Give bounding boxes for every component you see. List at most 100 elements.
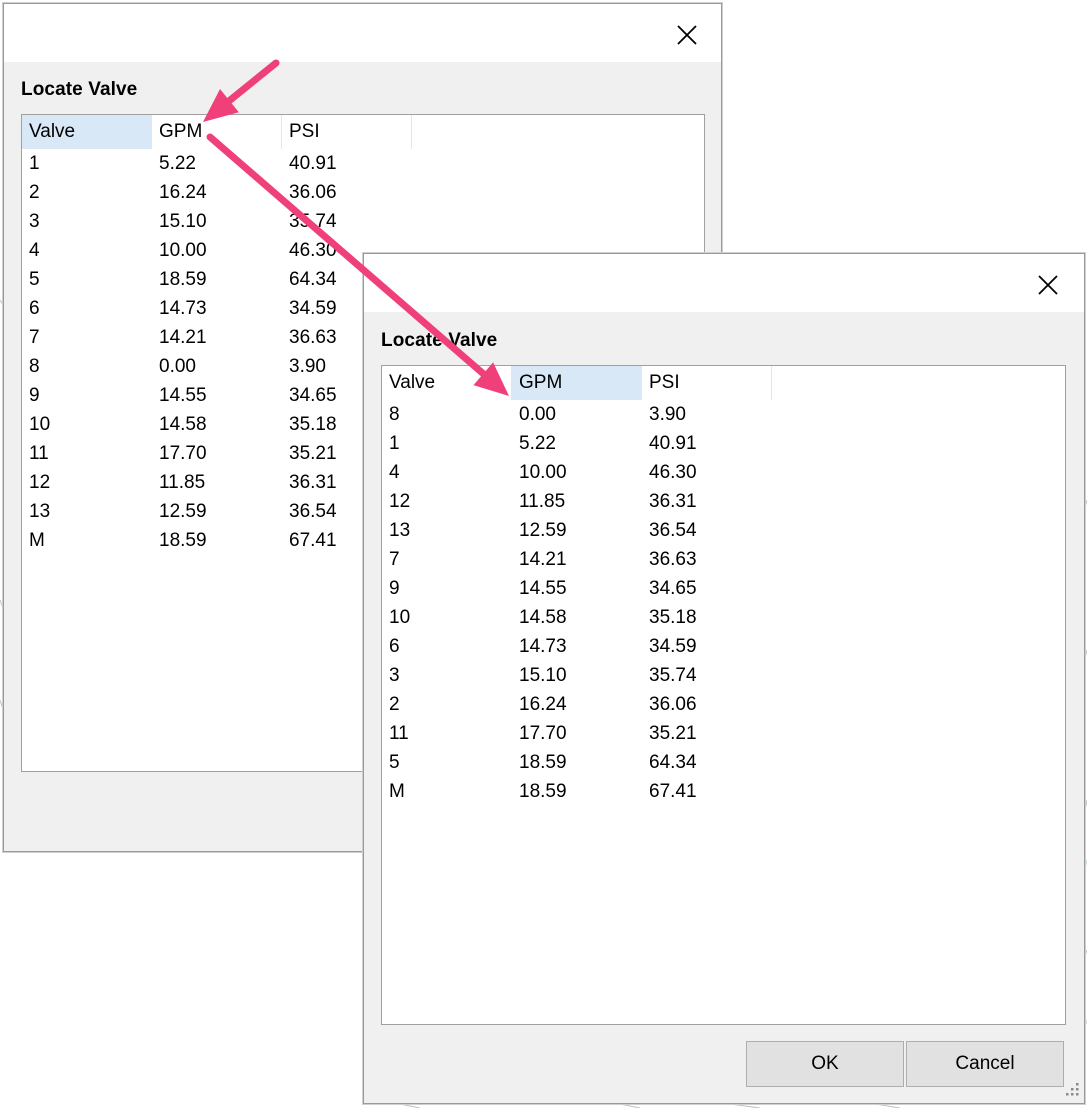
column-header-valve[interactable]: Valve (382, 366, 512, 400)
list-item[interactable]: 2 16.24 36.06 (22, 178, 704, 207)
cell-psi: 36.63 (289, 327, 337, 348)
list-item[interactable]: 4 10.00 46.30 (382, 458, 1065, 487)
cell-psi: 36.31 (649, 491, 697, 512)
column-header-psi[interactable]: PSI (642, 366, 772, 400)
cell-valve: 8 (389, 404, 400, 425)
cell-valve: 10 (29, 414, 51, 435)
cell-gpm: 0.00 (519, 404, 556, 425)
list-item[interactable]: 2 16.24 36.06 (382, 690, 1065, 719)
close-icon[interactable] (1031, 268, 1065, 302)
cell-gpm: 11.85 (519, 491, 566, 512)
cell-psi: 34.59 (289, 298, 337, 319)
cell-psi: 35.74 (649, 665, 697, 686)
cell-psi: 3.90 (289, 356, 326, 377)
list-item[interactable]: 3 15.10 35.74 (22, 207, 704, 236)
cell-psi: 34.65 (649, 578, 697, 599)
cell-valve: 10 (389, 607, 411, 628)
resize-grip-icon[interactable] (1062, 1081, 1080, 1099)
cell-psi: 67.41 (649, 781, 697, 802)
cell-psi: 35.21 (649, 723, 697, 744)
cell-valve: 11 (29, 443, 49, 464)
cell-gpm: 12.59 (159, 501, 207, 522)
cell-valve: 2 (389, 694, 400, 715)
list-item[interactable]: 7 14.21 36.63 (382, 545, 1065, 574)
cell-valve: 8 (29, 356, 40, 377)
list-item[interactable]: 10 14.58 35.18 (382, 603, 1065, 632)
list-item[interactable]: 8 0.00 3.90 (382, 400, 1065, 429)
cell-valve: 11 (389, 723, 409, 744)
cell-valve: 12 (389, 491, 411, 512)
cell-gpm: 14.73 (159, 298, 207, 319)
cell-valve: 9 (389, 578, 400, 599)
cell-gpm: 14.58 (159, 414, 207, 435)
cell-gpm: 10.00 (519, 462, 567, 483)
cell-psi: 67.41 (289, 530, 337, 551)
cell-gpm: 14.55 (519, 578, 567, 599)
cancel-button[interactable]: Cancel (906, 1041, 1064, 1087)
cell-valve: M (29, 530, 45, 551)
cell-valve: 4 (29, 240, 40, 261)
cell-psi: 40.91 (289, 153, 337, 174)
cell-valve: 7 (389, 549, 400, 570)
cell-valve: M (389, 781, 405, 802)
cell-gpm: 5.22 (159, 153, 196, 174)
cell-psi: 64.34 (289, 269, 337, 290)
column-header-psi[interactable]: PSI (282, 115, 412, 149)
cell-psi: 35.21 (289, 443, 337, 464)
cell-psi: 40.91 (649, 433, 697, 454)
cell-valve: 13 (389, 520, 411, 541)
cell-valve: 6 (29, 298, 40, 319)
column-header-gpm[interactable]: GPM (152, 115, 282, 149)
list-item[interactable]: 13 12.59 36.54 (382, 516, 1065, 545)
cell-valve: 7 (29, 327, 40, 348)
list-item[interactable]: 3 15.10 35.74 (382, 661, 1065, 690)
dialog-heading: Locate Valve (21, 79, 138, 100)
list-item[interactable]: M 18.59 67.41 (382, 777, 1065, 806)
cell-gpm: 14.58 (519, 607, 567, 628)
cell-gpm: 18.59 (519, 752, 567, 773)
cell-valve: 13 (29, 501, 51, 522)
cell-gpm: 12.59 (519, 520, 567, 541)
cell-psi: 34.65 (289, 385, 337, 406)
cell-psi: 3.90 (649, 404, 686, 425)
cell-gpm: 15.10 (519, 665, 567, 686)
cell-psi: 36.31 (289, 472, 337, 493)
cell-gpm: 11.85 (159, 472, 206, 493)
cell-gpm: 5.22 (519, 433, 556, 454)
cell-gpm: 18.59 (159, 269, 207, 290)
list-item[interactable]: 11 17.70 35.21 (382, 719, 1065, 748)
list-item[interactable]: 1 5.22 40.91 (22, 149, 704, 178)
cell-gpm: 14.21 (159, 327, 207, 348)
cell-gpm: 16.24 (159, 182, 207, 203)
cell-psi: 46.30 (649, 462, 697, 483)
front-dialog: Locate Valve Valve GPM PSI 8 0.00 3.90 1 5.22 4… (363, 253, 1085, 1104)
cell-valve: 6 (389, 636, 400, 657)
title-bar (4, 4, 721, 62)
list-item[interactable]: 9 14.55 34.65 (382, 574, 1065, 603)
cell-valve: 2 (29, 182, 40, 203)
cell-valve: 5 (389, 752, 400, 773)
cell-gpm: 14.73 (519, 636, 567, 657)
list-item[interactable]: 5 18.59 64.34 (382, 748, 1065, 777)
cell-gpm: 14.55 (159, 385, 207, 406)
list-header: Valve GPM PSI (22, 115, 704, 149)
cell-psi: 35.18 (649, 607, 697, 628)
cell-gpm: 18.59 (159, 530, 207, 551)
cell-valve: 1 (29, 153, 40, 174)
dialog-heading: Locate Valve (381, 330, 498, 351)
close-icon[interactable] (670, 18, 704, 52)
cell-valve: 12 (29, 472, 51, 493)
cell-gpm: 17.70 (159, 443, 207, 464)
cell-gpm: 14.21 (519, 549, 567, 570)
ok-button[interactable]: OK (746, 1041, 904, 1087)
column-header-gpm[interactable]: GPM (512, 366, 642, 400)
list-item[interactable]: 12 11.85 36.31 (382, 487, 1065, 516)
list-item[interactable]: 6 14.73 34.59 (382, 632, 1065, 661)
cell-psi: 36.06 (649, 694, 697, 715)
list-item[interactable]: 1 5.22 40.91 (382, 429, 1065, 458)
cell-gpm: 15.10 (159, 211, 207, 232)
column-header-valve[interactable]: Valve (22, 115, 152, 149)
cell-valve: 4 (389, 462, 400, 483)
cell-gpm: 16.24 (519, 694, 567, 715)
valve-list[interactable]: Valve GPM PSI 8 0.00 3.90 1 5.22 40.91 4 10.00 46.… (381, 365, 1066, 1025)
